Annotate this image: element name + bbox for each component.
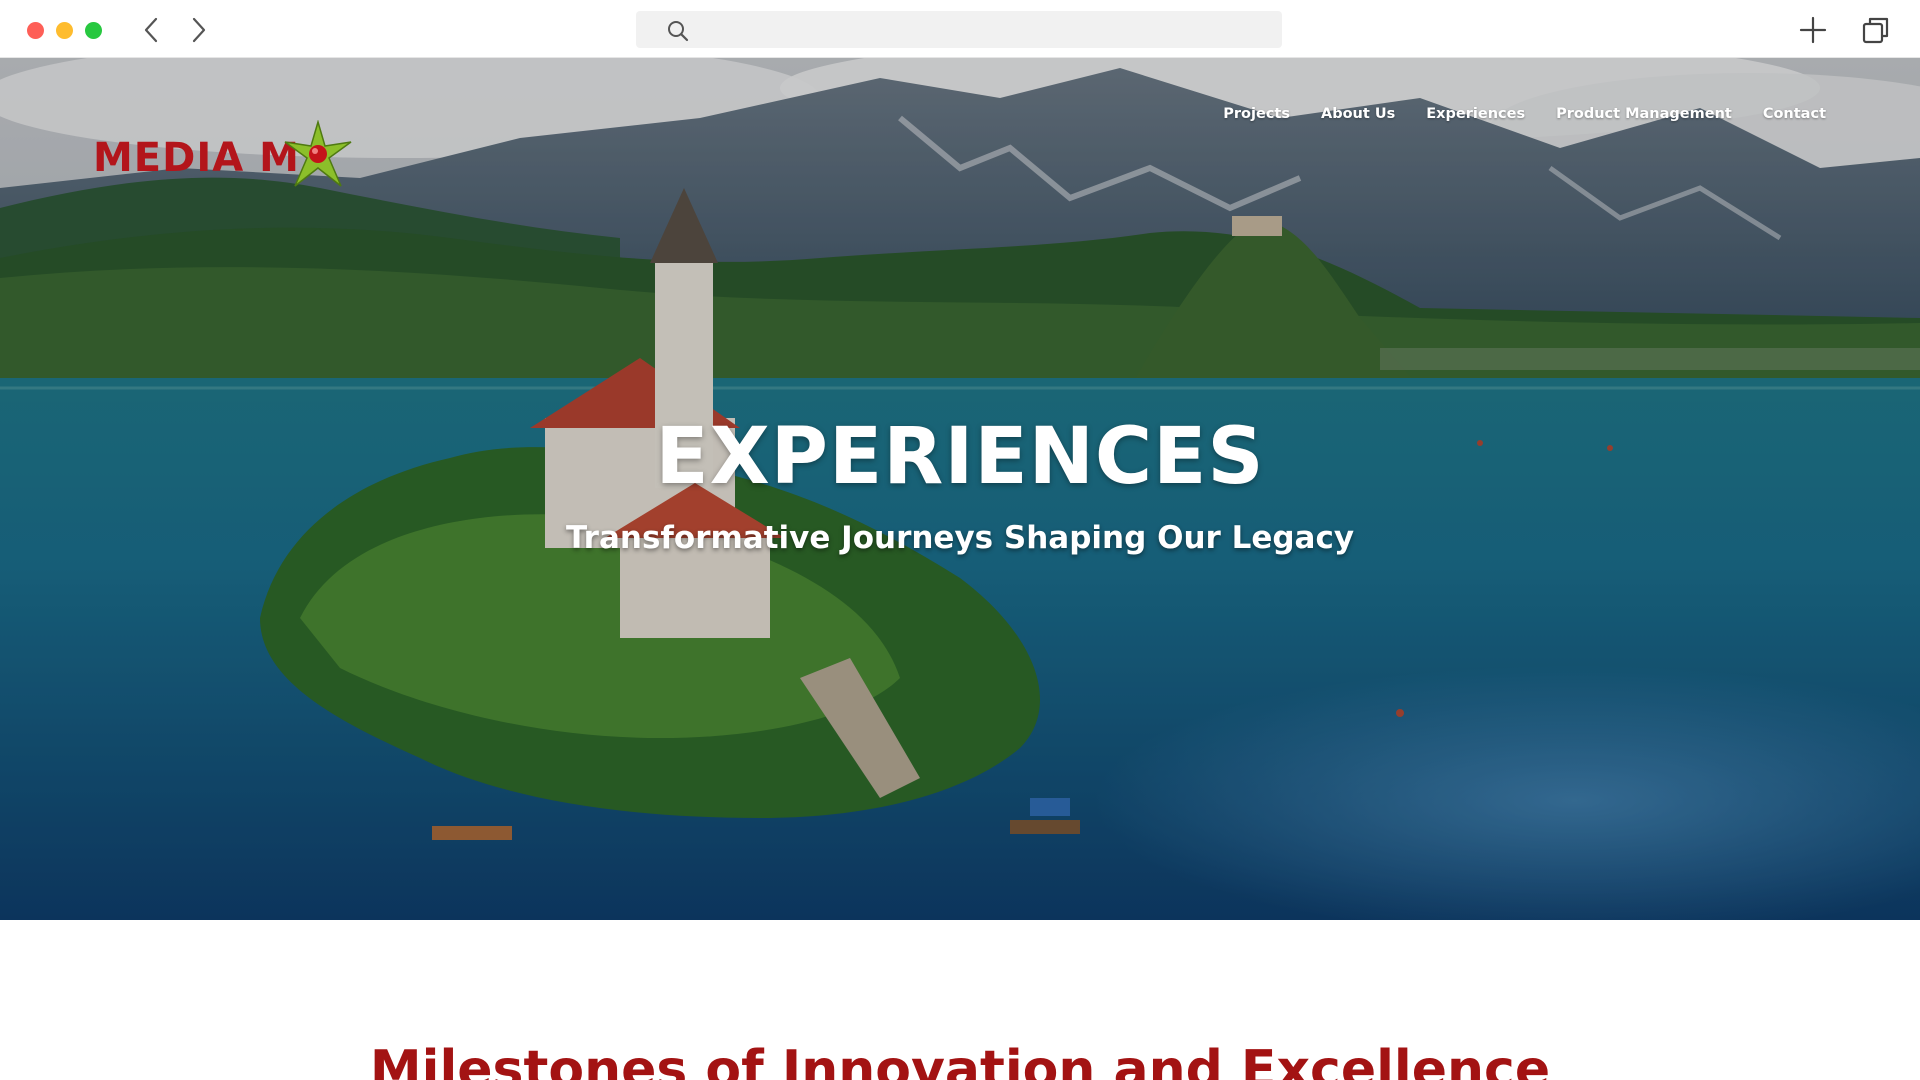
plus-icon	[1799, 16, 1827, 44]
main-navigation: Projects About Us Experiences Product Ma…	[1223, 106, 1826, 122]
hero-title: EXPERIENCES	[655, 412, 1265, 502]
nav-product-management[interactable]: Product Management	[1556, 106, 1732, 122]
nav-projects[interactable]: Projects	[1223, 106, 1290, 122]
hero-section: MEDIA M Projects About Us Experiences Pr…	[0, 58, 1920, 920]
site-logo[interactable]: MEDIA M	[93, 88, 353, 187]
nav-contact[interactable]: Contact	[1763, 106, 1826, 122]
logo-text: MEDIA M	[93, 135, 300, 181]
chevron-left-icon	[144, 17, 158, 43]
back-button[interactable]	[138, 16, 164, 44]
address-input[interactable]	[700, 11, 1270, 48]
browser-toolbar	[0, 0, 1920, 58]
hero-subtitle: Transformative Journeys Shaping Our Lega…	[565, 520, 1355, 556]
address-bar[interactable]	[636, 11, 1282, 48]
section-title: Milestones of Innovation and Excellence	[369, 1040, 1551, 1080]
nav-experiences[interactable]: Experiences	[1426, 106, 1525, 122]
tab-overview-button[interactable]	[1860, 14, 1892, 46]
forward-button[interactable]	[186, 16, 212, 44]
search-icon	[668, 21, 689, 42]
minimize-window-button[interactable]	[56, 22, 73, 39]
maximize-window-button[interactable]	[85, 22, 102, 39]
new-tab-button[interactable]	[1797, 14, 1829, 46]
star-logo-icon	[284, 120, 352, 187]
close-window-button[interactable]	[27, 22, 44, 39]
nav-about-us[interactable]: About Us	[1321, 106, 1395, 122]
tabs-icon	[1862, 17, 1889, 44]
chevron-right-icon	[192, 17, 206, 43]
